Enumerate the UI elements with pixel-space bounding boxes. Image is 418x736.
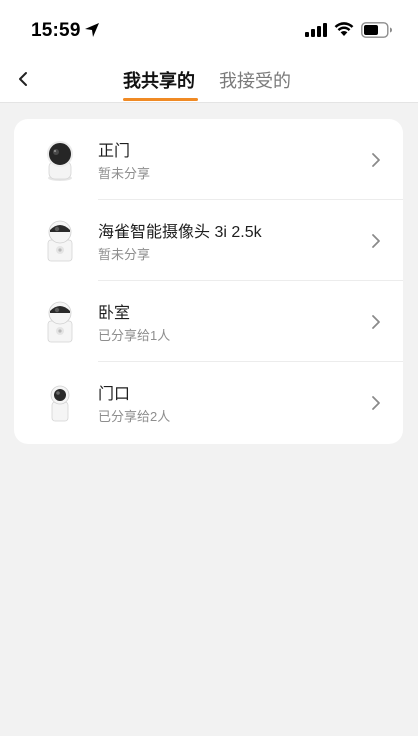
active-tab-indicator: [123, 98, 198, 101]
wifi-icon: [334, 22, 354, 36]
dome-camera-icon: [47, 141, 73, 181]
device-name: 卧室: [98, 305, 131, 322]
status-time: 15:59: [31, 20, 81, 41]
top-navigation-bar: 我共享的 我接受的: [0, 60, 418, 103]
chevron-right-icon: [372, 396, 380, 410]
mini-camera-icon: [50, 385, 70, 422]
device-row[interactable]: 海雀智能摄像头 3i 2.5k 暂未分享: [14, 200, 403, 281]
share-status: 暂未分享: [98, 247, 151, 262]
status-bar: 15:59: [0, 0, 418, 60]
device-row[interactable]: 门口 已分享给2人: [14, 362, 403, 443]
battery-icon: [361, 22, 392, 38]
cellular-signal-icon: [305, 23, 327, 37]
pan-tilt-camera-icon: [47, 301, 73, 343]
chevron-right-icon: [372, 315, 380, 329]
device-row[interactable]: 卧室 已分享给1人: [14, 281, 403, 362]
device-name: 海雀智能摄像头 3i 2.5k: [98, 224, 262, 241]
chevron-right-icon: [372, 153, 380, 167]
location-arrow-icon: [85, 23, 99, 37]
device-row[interactable]: 正门 暂未分享: [14, 119, 403, 200]
share-status: 已分享给2人: [98, 409, 171, 424]
device-name: 正门: [98, 143, 131, 160]
pan-tilt-camera-icon: [47, 220, 73, 262]
share-status: 已分享给1人: [98, 328, 171, 343]
tab-received[interactable]: 我接受的: [219, 67, 291, 101]
device-list: 正门 暂未分享 海雀智能摄像头 3i 2.5k 暂未分享 卧室 已分享给1人 门…: [14, 119, 403, 444]
device-name: 门口: [98, 386, 131, 403]
tab-my-shared[interactable]: 我共享的: [123, 67, 195, 101]
back-arrow-icon[interactable]: [10, 64, 36, 94]
share-status: 暂未分享: [98, 166, 151, 181]
chevron-right-icon: [372, 234, 380, 248]
